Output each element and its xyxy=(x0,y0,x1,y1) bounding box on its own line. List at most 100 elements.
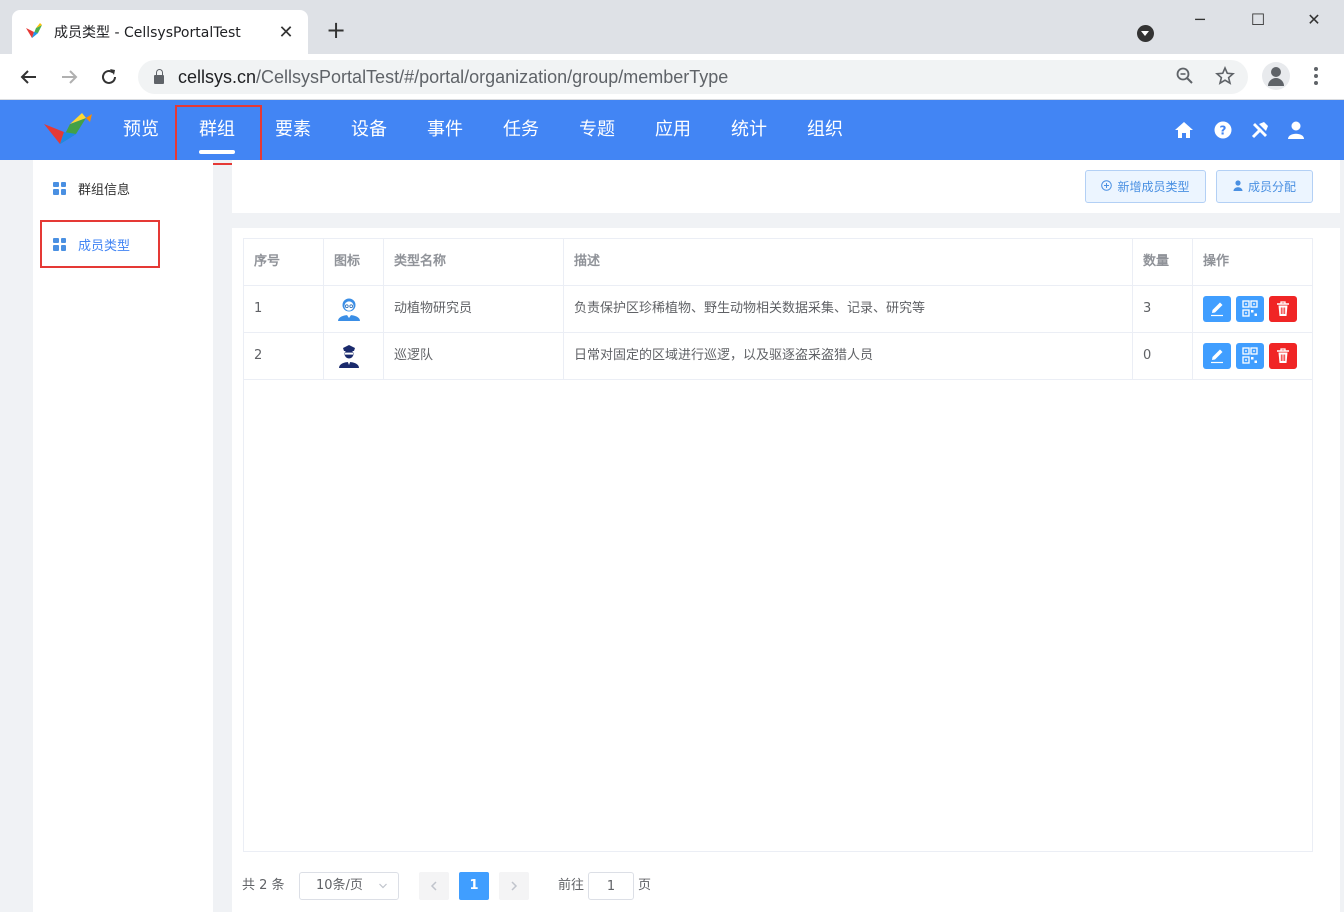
url-host: cellsys.cn xyxy=(178,66,257,87)
browser-menu-icon[interactable] xyxy=(1306,62,1326,90)
plus-circle-icon xyxy=(1101,179,1113,194)
table-row: 1 动植物研究员 负责保护区珍稀植物、野生动物相关数据采集、记录、研究等 3 xyxy=(244,286,1312,333)
nav-apps[interactable]: 应用 xyxy=(644,100,702,160)
chevron-down-icon xyxy=(378,873,388,910)
column-header-icon: 图标 xyxy=(324,239,384,285)
nav-stats[interactable]: 统计 xyxy=(720,100,778,160)
user-small-icon xyxy=(1233,179,1243,194)
window-close-icon[interactable]: ✕ xyxy=(1299,8,1329,32)
qrcode-button[interactable] xyxy=(1236,342,1264,369)
forward-arrow-icon[interactable] xyxy=(56,64,82,90)
edit-button[interactable] xyxy=(1203,295,1231,322)
profile-avatar-icon[interactable] xyxy=(1262,62,1290,90)
home-icon[interactable] xyxy=(1174,120,1194,140)
assign-members-button[interactable]: 成员分配 xyxy=(1216,170,1313,203)
nav-elements[interactable]: 要素 xyxy=(264,100,322,160)
cell-name: 动植物研究员 xyxy=(384,286,564,332)
cell-count: 0 xyxy=(1133,333,1193,379)
nav-tasks[interactable]: 任务 xyxy=(492,100,550,160)
url-text: cellsys.cn/CellsysPortalTest/#/portal/or… xyxy=(178,67,728,88)
cell-count: 3 xyxy=(1133,286,1193,332)
url-path: /CellsysPortalTest/#/portal/organization… xyxy=(256,66,729,87)
sidebar-item-group-info[interactable]: 群组信息 xyxy=(33,170,213,206)
qrcode-button[interactable] xyxy=(1236,295,1264,322)
user-icon[interactable] xyxy=(1286,120,1306,140)
svg-text:?: ? xyxy=(1220,124,1227,138)
column-header-index: 序号 xyxy=(244,239,324,285)
nav-events[interactable]: 事件 xyxy=(416,100,474,160)
edit-button[interactable] xyxy=(1203,342,1231,369)
help-icon[interactable]: ? xyxy=(1213,120,1233,140)
new-tab-icon[interactable]: + xyxy=(326,18,346,42)
table-row: 2 巡逻队 日常对固定的区域进行巡逻，以及驱逐盗采盗猎人员 0 xyxy=(244,333,1312,380)
grid-icon xyxy=(53,181,66,195)
cell-index: 2 xyxy=(244,333,324,379)
patrol-icon xyxy=(339,344,359,368)
trash-icon xyxy=(1277,300,1289,316)
researcher-icon xyxy=(338,298,360,321)
tab-title: 成员类型 - CellsysPortalTest xyxy=(54,25,241,41)
back-arrow-icon[interactable] xyxy=(16,64,42,90)
add-member-type-button[interactable]: 新增成员类型 xyxy=(1085,170,1206,203)
sidebar: 群组信息 成员类型 xyxy=(33,160,213,912)
cell-actions xyxy=(1193,333,1312,379)
delete-button[interactable] xyxy=(1269,342,1297,369)
browser-toolbar: cellsys.cn/CellsysPortalTest/#/portal/or… xyxy=(0,54,1344,100)
tools-icon[interactable] xyxy=(1250,120,1270,140)
add-member-type-label: 新增成员类型 xyxy=(1117,180,1190,194)
assign-members-label: 成员分配 xyxy=(1247,180,1296,194)
page-size-value: 10条/页 xyxy=(316,878,363,893)
cell-icon xyxy=(324,286,384,332)
sidebar-item-label: 群组信息 xyxy=(78,182,131,198)
cellsys-favicon-icon xyxy=(26,23,42,38)
browser-tab-strip: 成员类型 - CellsysPortalTest ✕ + ─ ☐ ✕ xyxy=(0,0,1344,54)
nav-topics[interactable]: 专题 xyxy=(568,100,626,160)
member-type-table: 序号 图标 类型名称 描述 数量 操作 1 动植物研究员 负责保护区珍稀植物、野… xyxy=(243,238,1313,852)
page-number-button[interactable]: 1 xyxy=(459,872,489,900)
address-bar[interactable]: cellsys.cn/CellsysPortalTest/#/portal/or… xyxy=(138,60,1248,94)
sidebar-highlight-box xyxy=(40,220,160,268)
chevron-right-icon xyxy=(511,881,518,891)
window-maximize-icon[interactable]: ☐ xyxy=(1243,8,1273,32)
tab-close-icon[interactable]: ✕ xyxy=(276,22,296,43)
content-toolbar: 新增成员类型 成员分配 xyxy=(232,160,1340,213)
trash-icon xyxy=(1277,347,1289,363)
edit-icon xyxy=(1211,302,1223,316)
goto-label: 前往 xyxy=(558,878,585,893)
column-header-actions: 操作 xyxy=(1203,254,1230,269)
page-scrollbar[interactable] xyxy=(1340,160,1344,912)
cell-actions xyxy=(1193,286,1312,332)
page-unit-label: 页 xyxy=(638,878,652,893)
nav-group-highlight-box xyxy=(175,105,262,165)
nav-preview[interactable]: 预览 xyxy=(112,100,170,160)
column-header-desc: 描述 xyxy=(564,239,1133,285)
cell-desc: 日常对固定的区域进行巡逻，以及驱逐盗采盗猎人员 xyxy=(564,333,1133,379)
next-page-button[interactable] xyxy=(499,872,529,900)
cell-desc: 负责保护区珍稀植物、野生动物相关数据采集、记录、研究等 xyxy=(564,286,1133,332)
tab-search-icon[interactable] xyxy=(1137,25,1154,42)
browser-tab[interactable]: 成员类型 - CellsysPortalTest ✕ xyxy=(12,10,308,54)
pagination-total: 共 2 条 xyxy=(242,878,285,893)
cellsys-logo[interactable] xyxy=(40,110,96,150)
bookmark-star-icon[interactable] xyxy=(1214,65,1236,88)
reload-icon[interactable] xyxy=(96,64,122,90)
prev-page-button[interactable] xyxy=(419,872,449,900)
column-header-name: 类型名称 xyxy=(384,239,564,285)
nav-devices[interactable]: 设备 xyxy=(340,100,398,160)
cell-index: 1 xyxy=(244,286,324,332)
cell-icon xyxy=(324,333,384,379)
goto-page-input[interactable] xyxy=(588,872,634,900)
nav-organization[interactable]: 组织 xyxy=(796,100,854,160)
qrcode-icon xyxy=(1242,299,1258,317)
table-header-row: 序号 图标 类型名称 描述 数量 操作 xyxy=(244,239,1312,286)
delete-button[interactable] xyxy=(1269,295,1297,322)
page-size-select[interactable]: 10条/页 xyxy=(299,872,399,900)
content-panel: 序号 图标 类型名称 描述 数量 操作 1 动植物研究员 负责保护区珍稀植物、野… xyxy=(232,228,1340,912)
window-minimize-icon[interactable]: ─ xyxy=(1185,8,1215,32)
chevron-left-icon xyxy=(430,881,437,891)
edit-icon xyxy=(1211,349,1223,363)
qrcode-icon xyxy=(1242,346,1258,364)
zoom-icon[interactable] xyxy=(1174,66,1196,88)
column-header-count: 数量 xyxy=(1133,239,1193,285)
cell-name: 巡逻队 xyxy=(384,333,564,379)
